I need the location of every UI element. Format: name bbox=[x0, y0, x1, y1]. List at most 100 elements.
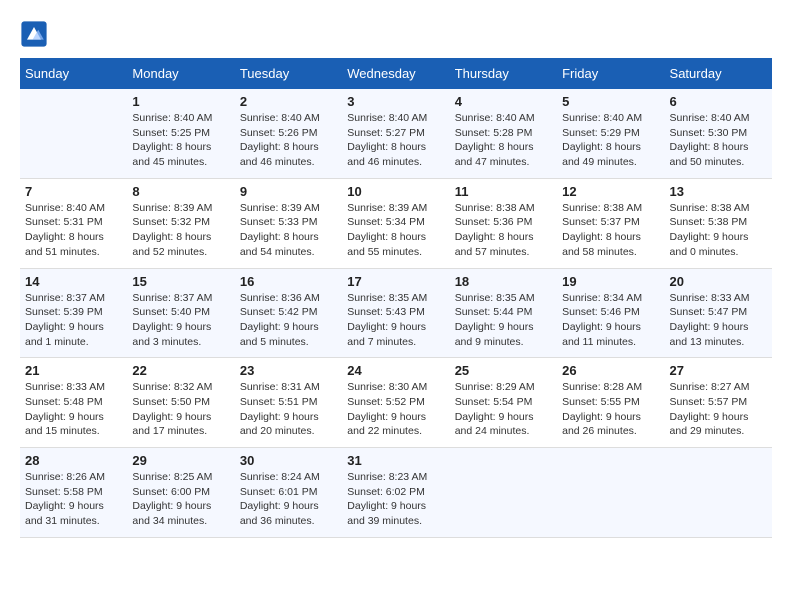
calendar-week-3: 21 Sunrise: 8:33 AM Sunset: 5:48 PM Dayli… bbox=[20, 358, 772, 448]
calendar-cell: 9Sunrise: 8:39 AM Sunset: 5:33 PM Daylig… bbox=[235, 178, 342, 268]
day-info: Sunrise: 8:40 AM Sunset: 5:27 PM Dayligh… bbox=[347, 111, 444, 170]
calendar-cell: 19 Sunrise: 8:34 AM Sunset: 5:46 PM Dayli… bbox=[557, 268, 664, 358]
calendar-table: SundayMondayTuesdayWednesdayThursdayFrid… bbox=[20, 58, 772, 538]
calendar-header-row: SundayMondayTuesdayWednesdayThursdayFrid… bbox=[20, 58, 772, 89]
day-number: 2 bbox=[240, 94, 337, 109]
day-info: Sunrise: 8:28 AM Sunset: 5:55 PM Dayligh… bbox=[562, 380, 659, 439]
calendar-cell bbox=[20, 89, 127, 178]
day-info: Sunrise: 8:35 AM Sunset: 5:44 PM Dayligh… bbox=[455, 291, 552, 350]
day-number: 29 bbox=[132, 453, 229, 468]
day-info: Sunrise: 8:40 AM Sunset: 5:25 PM Dayligh… bbox=[132, 111, 229, 170]
day-number: 11 bbox=[455, 184, 552, 199]
day-info: Sunrise: 8:39 AM Sunset: 5:34 PM Dayligh… bbox=[347, 201, 444, 260]
day-number: 23 bbox=[240, 363, 337, 378]
day-number: 8 bbox=[132, 184, 229, 199]
calendar-cell bbox=[665, 448, 772, 538]
day-number: 27 bbox=[670, 363, 767, 378]
calendar-cell: 22 Sunrise: 8:32 AM Sunset: 5:50 PM Dayli… bbox=[127, 358, 234, 448]
day-number: 22 bbox=[132, 363, 229, 378]
col-header-monday: Monday bbox=[127, 58, 234, 89]
day-info: Sunrise: 8:32 AM Sunset: 5:50 PM Dayligh… bbox=[132, 380, 229, 439]
day-info: Sunrise: 8:40 AM Sunset: 5:29 PM Dayligh… bbox=[562, 111, 659, 170]
calendar-week-4: 28 Sunrise: 8:26 AM Sunset: 5:58 PM Dayli… bbox=[20, 448, 772, 538]
day-info: Sunrise: 8:38 AM Sunset: 5:38 PM Dayligh… bbox=[670, 201, 767, 260]
day-info: Sunrise: 8:38 AM Sunset: 5:37 PM Dayligh… bbox=[562, 201, 659, 260]
day-info: Sunrise: 8:40 AM Sunset: 5:30 PM Dayligh… bbox=[670, 111, 767, 170]
day-number: 18 bbox=[455, 274, 552, 289]
calendar-cell: 8 Sunrise: 8:39 AM Sunset: 5:32 PM Daylig… bbox=[127, 178, 234, 268]
calendar-cell: 27 Sunrise: 8:27 AM Sunset: 5:57 PM Dayli… bbox=[665, 358, 772, 448]
day-info: Sunrise: 8:26 AM Sunset: 5:58 PM Dayligh… bbox=[25, 470, 122, 529]
day-number: 30 bbox=[240, 453, 337, 468]
calendar-cell: 31 Sunrise: 8:23 AM Sunset: 6:02 PM Dayli… bbox=[342, 448, 449, 538]
calendar-cell: 12 Sunrise: 8:38 AM Sunset: 5:37 PM Dayli… bbox=[557, 178, 664, 268]
day-info: Sunrise: 8:31 AM Sunset: 5:51 PM Dayligh… bbox=[240, 380, 337, 439]
day-number: 12 bbox=[562, 184, 659, 199]
col-header-friday: Friday bbox=[557, 58, 664, 89]
calendar-cell: 4Sunrise: 8:40 AM Sunset: 5:28 PM Daylig… bbox=[450, 89, 557, 178]
day-info: Sunrise: 8:33 AM Sunset: 5:47 PM Dayligh… bbox=[670, 291, 767, 350]
day-info: Sunrise: 8:35 AM Sunset: 5:43 PM Dayligh… bbox=[347, 291, 444, 350]
day-number: 13 bbox=[670, 184, 767, 199]
calendar-week-1: 7Sunrise: 8:40 AM Sunset: 5:31 PM Daylig… bbox=[20, 178, 772, 268]
calendar-cell: 24 Sunrise: 8:30 AM Sunset: 5:52 PM Dayli… bbox=[342, 358, 449, 448]
calendar-cell: 10Sunrise: 8:39 AM Sunset: 5:34 PM Dayli… bbox=[342, 178, 449, 268]
calendar-cell: 15Sunrise: 8:37 AM Sunset: 5:40 PM Dayli… bbox=[127, 268, 234, 358]
day-number: 21 bbox=[25, 363, 122, 378]
day-info: Sunrise: 8:40 AM Sunset: 5:31 PM Dayligh… bbox=[25, 201, 122, 260]
day-info: Sunrise: 8:24 AM Sunset: 6:01 PM Dayligh… bbox=[240, 470, 337, 529]
calendar-cell: 28 Sunrise: 8:26 AM Sunset: 5:58 PM Dayli… bbox=[20, 448, 127, 538]
day-info: Sunrise: 8:25 AM Sunset: 6:00 PM Dayligh… bbox=[132, 470, 229, 529]
col-header-wednesday: Wednesday bbox=[342, 58, 449, 89]
day-number: 3 bbox=[347, 94, 444, 109]
calendar-cell: 13 Sunrise: 8:38 AM Sunset: 5:38 PM Dayli… bbox=[665, 178, 772, 268]
page-header bbox=[20, 20, 772, 48]
day-info: Sunrise: 8:34 AM Sunset: 5:46 PM Dayligh… bbox=[562, 291, 659, 350]
day-info: Sunrise: 8:40 AM Sunset: 5:26 PM Dayligh… bbox=[240, 111, 337, 170]
calendar-cell: 25 Sunrise: 8:29 AM Sunset: 5:54 PM Dayli… bbox=[450, 358, 557, 448]
calendar-cell: 20Sunrise: 8:33 AM Sunset: 5:47 PM Dayli… bbox=[665, 268, 772, 358]
day-number: 4 bbox=[455, 94, 552, 109]
day-number: 24 bbox=[347, 363, 444, 378]
day-info: Sunrise: 8:39 AM Sunset: 5:32 PM Dayligh… bbox=[132, 201, 229, 260]
calendar-week-0: 1Sunrise: 8:40 AM Sunset: 5:25 PM Daylig… bbox=[20, 89, 772, 178]
day-number: 25 bbox=[455, 363, 552, 378]
calendar-cell: 21 Sunrise: 8:33 AM Sunset: 5:48 PM Dayli… bbox=[20, 358, 127, 448]
day-info: Sunrise: 8:27 AM Sunset: 5:57 PM Dayligh… bbox=[670, 380, 767, 439]
calendar-cell: 6 Sunrise: 8:40 AM Sunset: 5:30 PM Daylig… bbox=[665, 89, 772, 178]
calendar-cell: 18 Sunrise: 8:35 AM Sunset: 5:44 PM Dayli… bbox=[450, 268, 557, 358]
day-info: Sunrise: 8:38 AM Sunset: 5:36 PM Dayligh… bbox=[455, 201, 552, 260]
day-number: 17 bbox=[347, 274, 444, 289]
calendar-cell: 1Sunrise: 8:40 AM Sunset: 5:25 PM Daylig… bbox=[127, 89, 234, 178]
calendar-cell: 14Sunrise: 8:37 AM Sunset: 5:39 PM Dayli… bbox=[20, 268, 127, 358]
day-number: 28 bbox=[25, 453, 122, 468]
calendar-cell: 3 Sunrise: 8:40 AM Sunset: 5:27 PM Daylig… bbox=[342, 89, 449, 178]
logo bbox=[20, 20, 52, 48]
day-number: 16 bbox=[240, 274, 337, 289]
day-info: Sunrise: 8:37 AM Sunset: 5:40 PM Dayligh… bbox=[132, 291, 229, 350]
day-info: Sunrise: 8:29 AM Sunset: 5:54 PM Dayligh… bbox=[455, 380, 552, 439]
calendar-cell: 17 Sunrise: 8:35 AM Sunset: 5:43 PM Dayli… bbox=[342, 268, 449, 358]
calendar-cell: 30 Sunrise: 8:24 AM Sunset: 6:01 PM Dayli… bbox=[235, 448, 342, 538]
day-info: Sunrise: 8:23 AM Sunset: 6:02 PM Dayligh… bbox=[347, 470, 444, 529]
calendar-cell: 7Sunrise: 8:40 AM Sunset: 5:31 PM Daylig… bbox=[20, 178, 127, 268]
day-number: 19 bbox=[562, 274, 659, 289]
logo-icon bbox=[20, 20, 48, 48]
day-number: 5 bbox=[562, 94, 659, 109]
calendar-cell: 2 Sunrise: 8:40 AM Sunset: 5:26 PM Daylig… bbox=[235, 89, 342, 178]
day-number: 14 bbox=[25, 274, 122, 289]
col-header-saturday: Saturday bbox=[665, 58, 772, 89]
calendar-cell: 5 Sunrise: 8:40 AM Sunset: 5:29 PM Daylig… bbox=[557, 89, 664, 178]
calendar-cell: 26Sunrise: 8:28 AM Sunset: 5:55 PM Dayli… bbox=[557, 358, 664, 448]
day-info: Sunrise: 8:30 AM Sunset: 5:52 PM Dayligh… bbox=[347, 380, 444, 439]
calendar-cell bbox=[450, 448, 557, 538]
day-number: 31 bbox=[347, 453, 444, 468]
calendar-cell: 16Sunrise: 8:36 AM Sunset: 5:42 PM Dayli… bbox=[235, 268, 342, 358]
day-number: 9 bbox=[240, 184, 337, 199]
day-number: 6 bbox=[670, 94, 767, 109]
day-info: Sunrise: 8:33 AM Sunset: 5:48 PM Dayligh… bbox=[25, 380, 122, 439]
calendar-cell: 11 Sunrise: 8:38 AM Sunset: 5:36 PM Dayli… bbox=[450, 178, 557, 268]
calendar-cell bbox=[557, 448, 664, 538]
col-header-tuesday: Tuesday bbox=[235, 58, 342, 89]
col-header-sunday: Sunday bbox=[20, 58, 127, 89]
